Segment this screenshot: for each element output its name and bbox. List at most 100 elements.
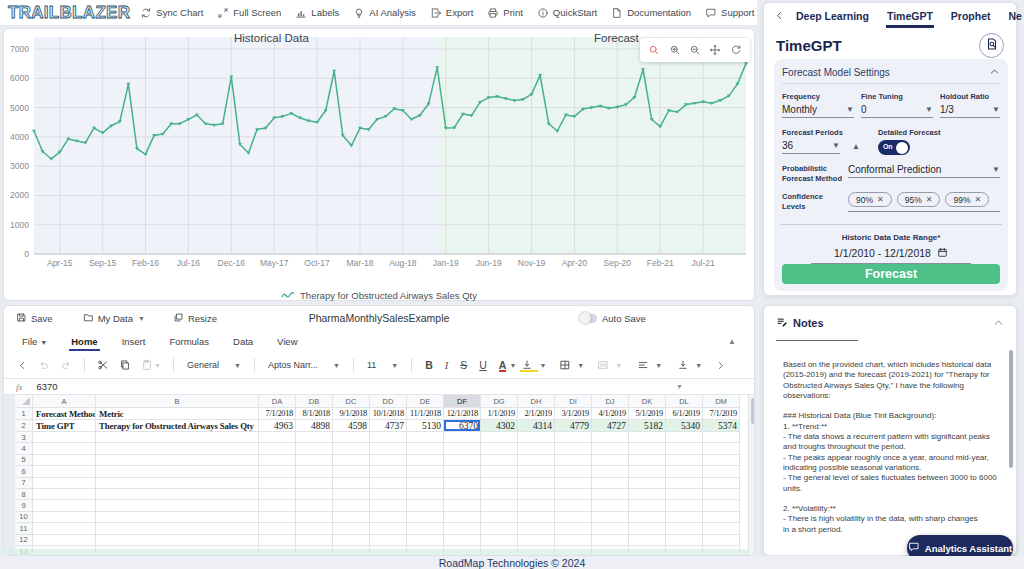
cell-DC5[interactable] xyxy=(333,455,370,466)
topbar-item-labels[interactable]: Labels xyxy=(295,7,339,19)
toolbar-more-icon[interactable] xyxy=(710,360,731,371)
confidence-chip-95[interactable]: 95%✕ xyxy=(897,192,941,207)
cell-A8[interactable] xyxy=(33,489,96,500)
row-header-3[interactable]: 3 xyxy=(15,432,33,443)
date-range-input[interactable]: 1/1/2010 - 12/1/2018 xyxy=(811,247,971,264)
cell-DD6[interactable] xyxy=(370,466,407,477)
cell-DL3[interactable] xyxy=(666,432,703,443)
cell-DG7[interactable] xyxy=(481,478,518,489)
detailed-forecast-toggle[interactable]: On xyxy=(878,140,910,155)
col-header-A[interactable]: A xyxy=(33,395,96,408)
cell-DF10[interactable] xyxy=(444,512,481,523)
holdout-ratio-select[interactable]: 1/3▼ xyxy=(940,104,1000,118)
cell-DL9[interactable] xyxy=(666,500,703,511)
cell-DC12[interactable] xyxy=(333,535,370,546)
topbar-item-sync-chart[interactable]: Sync Chart xyxy=(140,7,203,19)
frequency-select[interactable]: Monthly▼ xyxy=(782,104,854,118)
cell-DH11[interactable] xyxy=(518,523,555,534)
chart-tool-zoom-in[interactable] xyxy=(669,44,681,56)
cell-A10[interactable] xyxy=(33,512,96,523)
cell-DA3[interactable] xyxy=(259,432,296,443)
tab-prophet[interactable]: Prophet xyxy=(942,5,1000,26)
cell-B6[interactable] xyxy=(96,466,259,477)
cell-A7[interactable] xyxy=(33,478,96,489)
model-report-button[interactable] xyxy=(979,33,1004,58)
cell-DB7[interactable] xyxy=(296,478,333,489)
cell-DA6[interactable] xyxy=(259,466,296,477)
cell-DK4[interactable] xyxy=(629,443,666,454)
cell-DA4[interactable] xyxy=(259,443,296,454)
cell-B10[interactable] xyxy=(96,512,259,523)
cell-DF6[interactable] xyxy=(444,466,481,477)
sheet-vscrollbar[interactable] xyxy=(748,395,755,556)
cell-DH4[interactable] xyxy=(518,443,555,454)
copy-icon[interactable] xyxy=(114,359,136,371)
topbar-item-quickstart[interactable]: QuickStart xyxy=(537,7,597,19)
auto-save-toggle[interactable]: Auto Save xyxy=(579,313,646,324)
cell-DI2[interactable]: 4779 xyxy=(555,420,592,432)
cell-DJ6[interactable] xyxy=(592,466,629,477)
col-header-DI[interactable]: DI xyxy=(555,395,592,408)
cell-A6[interactable] xyxy=(33,466,96,477)
cell-DA12[interactable] xyxy=(259,535,296,546)
cell-DB6[interactable] xyxy=(296,466,333,477)
cell-DE1[interactable]: 11/1/2018 xyxy=(407,408,444,420)
cell-DD3[interactable] xyxy=(370,432,407,443)
cell-B7[interactable] xyxy=(96,478,259,489)
cell-DF12[interactable] xyxy=(444,535,481,546)
col-header-DF[interactable]: DF xyxy=(444,395,481,408)
tab-deep-learning[interactable]: Deep Learning xyxy=(787,5,878,26)
cell-A12[interactable] xyxy=(33,535,96,546)
cell-DG2[interactable]: 4302 xyxy=(481,420,518,432)
cell-DE9[interactable] xyxy=(407,500,444,511)
cell-DA9[interactable] xyxy=(259,500,296,511)
borders-button[interactable] xyxy=(554,359,576,371)
chart-tool-reset[interactable] xyxy=(730,44,742,56)
cell-DD5[interactable] xyxy=(370,455,407,466)
cell-DK1[interactable]: 5/1/2019 xyxy=(629,408,666,420)
cell-DG8[interactable] xyxy=(481,489,518,500)
cell-DM3[interactable] xyxy=(703,432,740,443)
cell-B11[interactable] xyxy=(96,523,259,534)
row-header-6[interactable]: 6 xyxy=(15,466,33,477)
cell-DE6[interactable] xyxy=(407,466,444,477)
col-header-DE[interactable]: DE xyxy=(407,395,444,408)
cell-DC11[interactable] xyxy=(333,523,370,534)
cell-DM11[interactable] xyxy=(703,523,740,534)
cell-DG1[interactable]: 1/1/2019 xyxy=(481,408,518,420)
cell-DA2[interactable]: 4963 xyxy=(259,420,296,432)
cell-DM5[interactable] xyxy=(703,455,740,466)
number-format-select[interactable]: General▼ xyxy=(181,360,247,370)
cell-DI3[interactable] xyxy=(555,432,592,443)
sheet-menu-insert[interactable]: Insert xyxy=(122,336,146,347)
cell-DG11[interactable] xyxy=(481,523,518,534)
sheet-grid[interactable]: ABDADBDCDDDEDFDGDHDIDJDKDLDM1Forecast Me… xyxy=(4,395,755,556)
cell-DI12[interactable] xyxy=(555,535,592,546)
cell-DI5[interactable] xyxy=(555,455,592,466)
cell-DM10[interactable] xyxy=(703,512,740,523)
sheet-menu-file[interactable]: File▼ xyxy=(22,336,47,347)
cell-DJ10[interactable] xyxy=(592,512,629,523)
col-header-DB[interactable]: DB xyxy=(296,395,333,408)
bold-button[interactable]: B xyxy=(419,359,439,371)
col-header-DG[interactable]: DG xyxy=(481,395,518,408)
tabs-scroll-left-icon[interactable] xyxy=(772,10,787,21)
cell-DA1[interactable]: 7/1/2018 xyxy=(259,408,296,420)
cell-B3[interactable] xyxy=(96,432,259,443)
col-header-DL[interactable]: DL xyxy=(666,395,703,408)
cell-DD7[interactable] xyxy=(370,478,407,489)
collapse-notes-icon[interactable] xyxy=(993,314,1004,332)
cell-DD11[interactable] xyxy=(370,523,407,534)
notes-text[interactable]: Based on the provided chart, which inclu… xyxy=(783,360,999,535)
cell-DB5[interactable] xyxy=(296,455,333,466)
col-header-DD[interactable]: DD xyxy=(370,395,407,408)
cell-DJ7[interactable] xyxy=(592,478,629,489)
cell-DL7[interactable] xyxy=(666,478,703,489)
cell-DF1[interactable]: 12/1/2018 xyxy=(444,408,481,420)
undo-icon[interactable] xyxy=(33,359,55,371)
cell-DD2[interactable]: 4737 xyxy=(370,420,407,432)
forecast-button[interactable]: Forecast xyxy=(782,264,1000,284)
cell-DJ3[interactable] xyxy=(592,432,629,443)
col-header-DJ[interactable]: DJ xyxy=(592,395,629,408)
cell-A5[interactable] xyxy=(33,455,96,466)
